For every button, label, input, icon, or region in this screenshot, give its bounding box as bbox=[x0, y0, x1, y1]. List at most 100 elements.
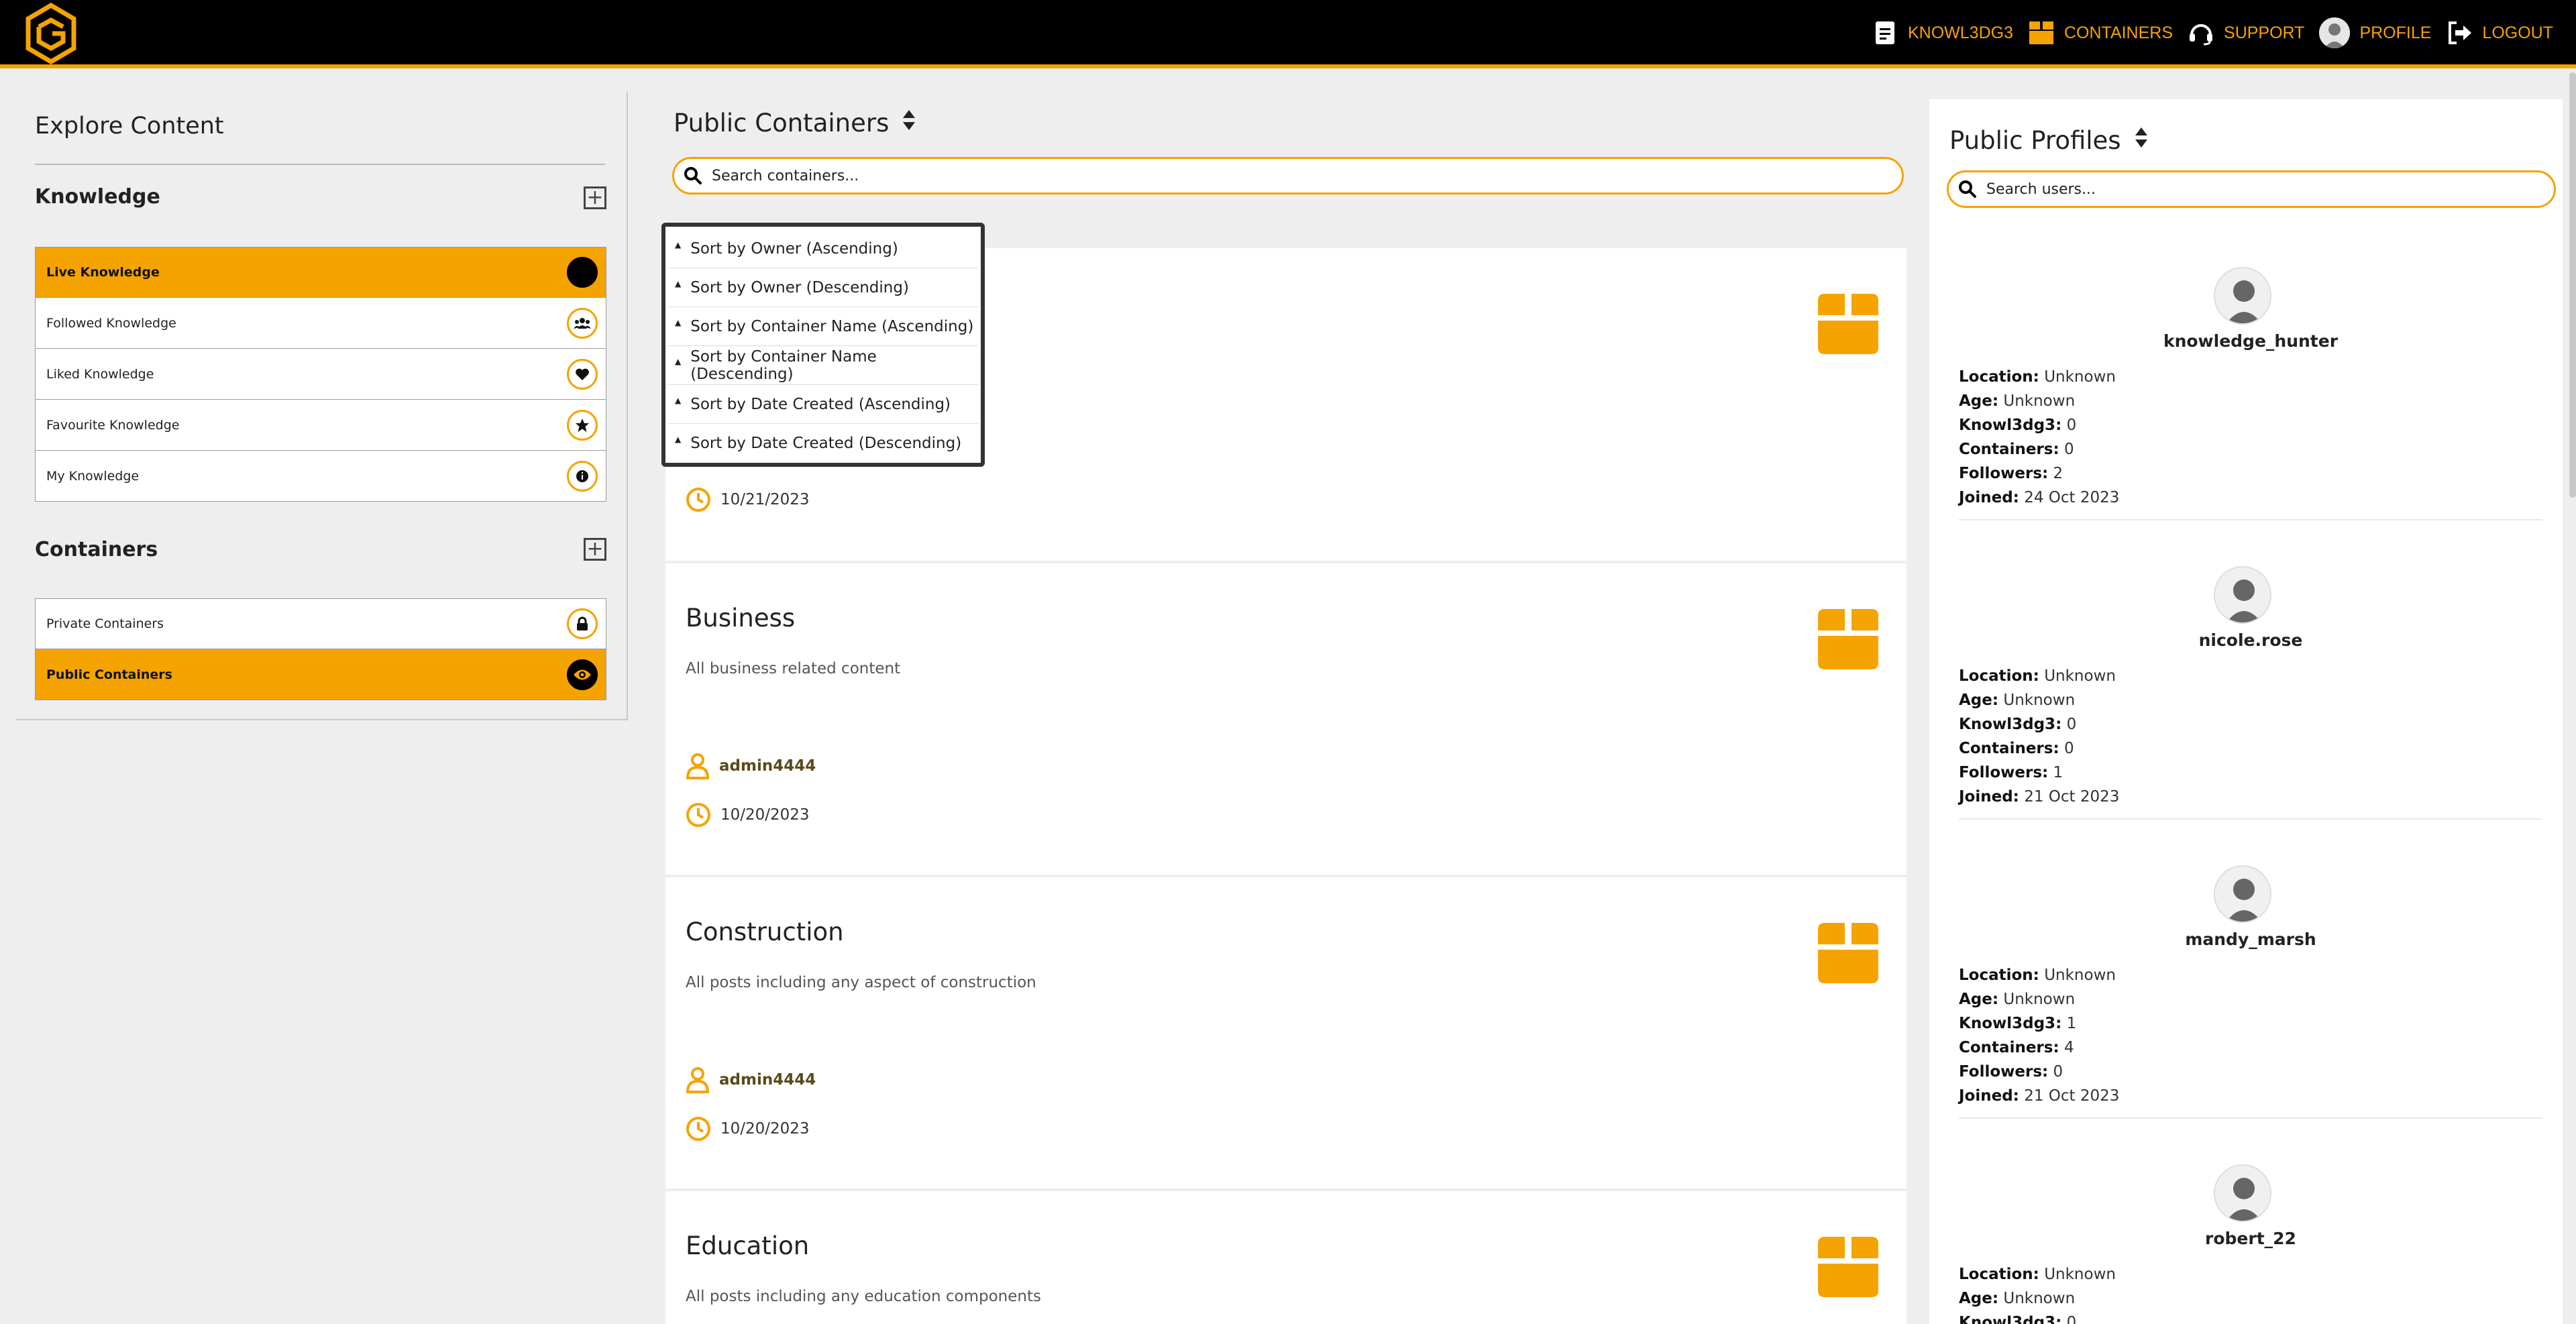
container-card[interactable]: Education All posts including any educat… bbox=[665, 1191, 1907, 1324]
users-icon bbox=[567, 307, 598, 339]
sidebar-item-label: Liked Knowledge bbox=[46, 366, 154, 382]
page-title: Public Containers bbox=[674, 109, 916, 137]
avatar bbox=[2214, 865, 2271, 923]
sidebar-item-private-containers[interactable]: Private Containers bbox=[35, 598, 606, 649]
sort-option-name-desc[interactable]: ▲ Sort by Container Name (Descending) bbox=[668, 346, 978, 385]
container-card[interactable]: Business All business related content ad… bbox=[665, 563, 1907, 875]
nav-logout[interactable]: LOGOUT bbox=[2446, 19, 2553, 46]
caret-up-icon: ▲ bbox=[675, 435, 682, 444]
profiles-title-text: Public Profiles bbox=[1949, 126, 2121, 155]
containers-heading: Containers bbox=[35, 538, 158, 561]
nav-knowl3dg3[interactable]: KNOWL3DG3 bbox=[1872, 19, 2013, 46]
nav-support-label: SUPPORT bbox=[2224, 23, 2305, 42]
search-input[interactable] bbox=[712, 167, 1809, 184]
sort-option-name-asc[interactable]: ▲ Sort by Container Name (Ascending) bbox=[668, 307, 978, 346]
profiles-title: Public Profiles bbox=[1949, 126, 2148, 155]
plus-icon: + bbox=[586, 537, 604, 561]
nav-containers-label: CONTAINERS bbox=[2063, 23, 2174, 42]
lock-icon bbox=[567, 608, 598, 639]
sort-option-owner-asc[interactable]: ▲ Sort by Owner (Ascending) bbox=[668, 229, 978, 268]
sort-option-date-asc[interactable]: ▲ Sort by Date Created (Ascending) bbox=[668, 385, 978, 424]
page-title-text: Public Containers bbox=[674, 109, 890, 137]
nav-logout-label: LOGOUT bbox=[2482, 23, 2553, 42]
profile-knowl3dg3: Knowl3dg3: 0 bbox=[1959, 417, 2077, 434]
caret-up-icon: ▲ bbox=[675, 395, 682, 405]
knowledge-logo[interactable] bbox=[24, 3, 78, 64]
container-description: All posts including any aspect of constr… bbox=[686, 974, 1036, 991]
nav-profile-label: PROFILE bbox=[2359, 23, 2432, 42]
sort-toggle-button[interactable] bbox=[902, 109, 916, 137]
profile-location: Location: Unknown bbox=[1959, 368, 2116, 386]
sidebar-item-live-knowledge[interactable]: Live Knowledge bbox=[35, 247, 606, 298]
add-container-button[interactable]: + bbox=[584, 538, 606, 561]
container-date: 10/20/2023 bbox=[686, 802, 810, 828]
profile-knowl3dg3: Knowl3dg3: 1 bbox=[1959, 1015, 2077, 1032]
container-owner[interactable]: admin4444 bbox=[686, 753, 816, 779]
box-icon bbox=[1818, 923, 1878, 983]
knowledge-list: Live Knowledge Followed Knowledge Liked … bbox=[35, 247, 606, 502]
divider bbox=[1959, 1117, 2542, 1119]
sort-option-label: Sort by Date Created (Ascending) bbox=[690, 395, 951, 413]
container-description: All business related content bbox=[686, 660, 901, 677]
profile-knowl3dg3: Knowl3dg3: 0 bbox=[1959, 1314, 2077, 1324]
search-icon bbox=[1959, 180, 1976, 198]
sidebar-item-favourite-knowledge[interactable]: Favourite Knowledge bbox=[35, 400, 606, 451]
profile-containers: Containers: 0 bbox=[1959, 740, 2074, 757]
eye-icon bbox=[567, 659, 598, 690]
profile-joined: Joined: 21 Oct 2023 bbox=[1959, 788, 2120, 806]
sidebar-title: Explore Content bbox=[35, 113, 224, 140]
profile-location: Location: Unknown bbox=[1959, 1266, 2116, 1283]
profile-followers: Followers: 1 bbox=[1959, 764, 2063, 781]
container-title: Business bbox=[686, 604, 796, 632]
nav-knowl3dg3-label: KNOWL3DG3 bbox=[1907, 23, 2013, 42]
containers-list: Private Containers Public Containers bbox=[35, 598, 606, 700]
sort-toggle-button[interactable] bbox=[2135, 126, 2148, 155]
container-card[interactable]: Construction All posts including any asp… bbox=[665, 877, 1907, 1189]
clock-icon bbox=[686, 1117, 710, 1141]
sort-option-label: Sort by Owner (Descending) bbox=[690, 278, 909, 296]
divider bbox=[1959, 818, 2542, 820]
headset-icon bbox=[2188, 19, 2214, 46]
container-owner[interactable]: admin4444 bbox=[686, 1066, 816, 1093]
top-nav: KNOWL3DG3 CONTAINERS SUPPORT PROFILE LOG… bbox=[1872, 15, 2553, 51]
public-profiles-panel: Public Profiles knowledge_hunter Locatio… bbox=[1929, 99, 2563, 1324]
caret-up-icon: ▲ bbox=[675, 317, 682, 327]
profile-details: Location: Unknown Age: Unknown Knowl3dg3… bbox=[1959, 963, 2119, 1108]
sidebar-item-label: Followed Knowledge bbox=[46, 315, 176, 331]
box-icon bbox=[1818, 1237, 1878, 1297]
search-icon bbox=[684, 167, 702, 184]
sort-option-owner-desc[interactable]: ▲ Sort by Owner (Descending) bbox=[668, 268, 978, 307]
sort-icon bbox=[2135, 127, 2147, 148]
sidebar-item-liked-knowledge[interactable]: Liked Knowledge bbox=[35, 349, 606, 400]
container-date-text: 10/21/2023 bbox=[720, 491, 810, 508]
profile-location: Location: Unknown bbox=[1959, 667, 2116, 685]
plus-icon: + bbox=[586, 186, 604, 209]
sidebar-item-my-knowledge[interactable]: My Knowledge bbox=[35, 451, 606, 502]
box-icon bbox=[2028, 19, 2055, 46]
profile-username: robert_22 bbox=[2205, 1229, 2296, 1248]
sort-option-date-desc[interactable]: ▲ Sort by Date Created (Descending) bbox=[668, 424, 978, 463]
profile-containers: Containers: 4 bbox=[1959, 1039, 2074, 1056]
live-dot-icon bbox=[567, 257, 598, 288]
profile-details: Location: Unknown Age: Unknown Knowl3dg3… bbox=[1959, 664, 2119, 809]
heart-icon bbox=[567, 358, 598, 390]
sidebar-item-public-containers[interactable]: Public Containers bbox=[35, 649, 606, 700]
nav-containers[interactable]: CONTAINERS bbox=[2028, 19, 2173, 46]
clock-icon bbox=[686, 488, 710, 512]
container-owner-name: admin4444 bbox=[719, 1071, 816, 1089]
container-date: 10/20/2023 bbox=[686, 1116, 810, 1142]
top-bar: KNOWL3DG3 CONTAINERS SUPPORT PROFILE LOG… bbox=[0, 0, 2576, 68]
page-scrollbar[interactable] bbox=[2569, 72, 2576, 498]
container-title: Construction bbox=[686, 918, 844, 946]
profile-details: Location: Unknown Age: Unknown Knowl3dg3… bbox=[1959, 365, 2119, 510]
nav-support[interactable]: SUPPORT bbox=[2188, 19, 2304, 46]
sidebar-item-label: Favourite Knowledge bbox=[46, 417, 180, 433]
profile-details: Location: Unknown Age: Unknown Knowl3dg3… bbox=[1959, 1262, 2116, 1324]
star-icon bbox=[567, 409, 598, 441]
sidebar-item-followed-knowledge[interactable]: Followed Knowledge bbox=[35, 298, 606, 349]
add-knowledge-button[interactable]: + bbox=[584, 186, 606, 209]
nav-profile[interactable]: PROFILE bbox=[2319, 17, 2431, 48]
search-input[interactable] bbox=[1986, 180, 2523, 198]
caret-up-icon: ▲ bbox=[675, 239, 682, 250]
sidebar: Explore Content Knowledge + Live Knowled… bbox=[16, 93, 628, 720]
